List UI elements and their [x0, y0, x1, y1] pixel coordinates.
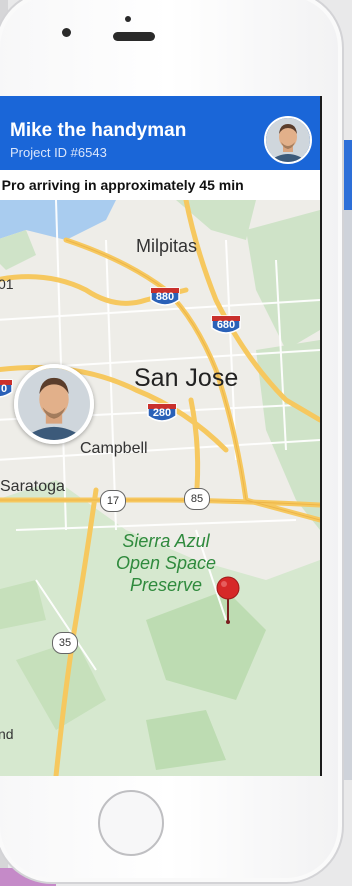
- avatar-portrait-icon: [266, 118, 310, 162]
- map-view[interactable]: Milpitas San Jose Campbell Saratoga 01 n…: [0, 200, 320, 776]
- destination-pin-icon[interactable]: [215, 576, 241, 624]
- arrival-status-bar: e Pro arriving in approximately 45 min: [0, 170, 320, 201]
- front-camera: [62, 28, 71, 37]
- route-85-marker: 85: [184, 488, 210, 510]
- map-label-edge-bottom: nd: [0, 726, 14, 742]
- map-label-edge-top: 01: [0, 276, 14, 292]
- map-label-campbell: Campbell: [80, 440, 148, 457]
- interstate-680-shield: 680: [210, 314, 242, 336]
- interstate-880-shield: 880: [149, 286, 181, 308]
- route-17-marker: 17: [100, 490, 126, 512]
- project-id: Project ID #6543: [10, 145, 107, 160]
- phone-frame: Mike the handyman Project ID #6543 e Pro…: [0, 0, 344, 884]
- arrival-status-text: e Pro arriving in approximately 45 min: [0, 177, 244, 193]
- app-screen: Mike the handyman Project ID #6543 e Pro…: [0, 96, 322, 776]
- interstate-280-shield: 280: [146, 402, 178, 424]
- map-label-milpitas: Milpitas: [136, 236, 198, 256]
- home-button[interactable]: [98, 790, 164, 856]
- earpiece-speaker: [113, 32, 155, 41]
- pro-avatar[interactable]: [264, 116, 312, 164]
- proximity-sensor: [125, 16, 131, 22]
- pro-name: Mike the handyman: [10, 120, 187, 141]
- background-right-edge: [344, 140, 352, 780]
- pro-location-avatar[interactable]: [14, 364, 94, 444]
- map-label-san-jose: San Jose: [134, 364, 239, 392]
- park-line-1: Sierra Azul: [122, 531, 210, 551]
- app-header: Mike the handyman Project ID #6543: [0, 96, 320, 170]
- park-line-2: Open Space: [115, 553, 217, 573]
- route-35-marker: 35: [52, 632, 78, 654]
- background-blue-strip: [344, 140, 352, 210]
- avatar-portrait-icon: [18, 368, 90, 440]
- interstate-edge-shield: 0: [0, 378, 14, 400]
- map-label-saratoga: Saratoga: [0, 478, 65, 495]
